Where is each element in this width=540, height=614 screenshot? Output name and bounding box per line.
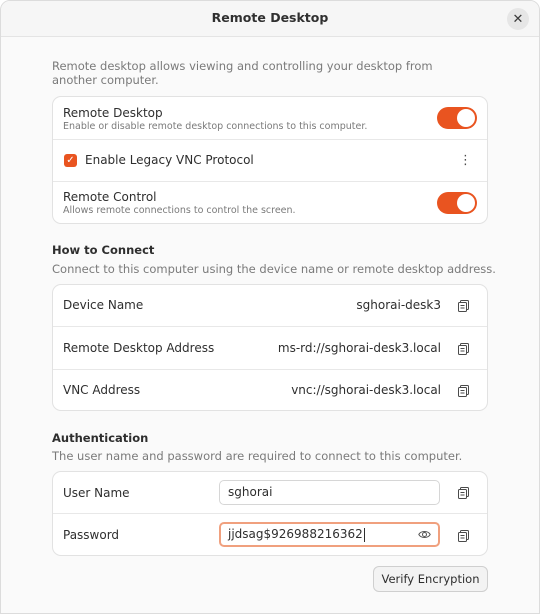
device-name-label: Device Name [63,298,144,312]
vnc-address-value: vnc://sghorai-desk3.local [291,383,441,397]
remote-control-subtitle: Allows remote connections to control the… [63,205,296,216]
legacy-vnc-row: ✓ Enable Legacy VNC Protocol ⋮ [53,140,487,182]
text-caret [363,527,365,542]
password-label: Password [63,528,120,542]
remote-desktop-address-row: Remote Desktop Address ms-rd://sghorai-d… [53,327,487,370]
username-label: User Name [63,486,130,500]
password-input[interactable]: jjdsag$926988216362 [219,522,440,547]
authentication-card: User Name sghorai Password jjdsag$926988… [52,471,488,556]
how-to-connect-heading: How to Connect [52,243,155,257]
vnc-address-row: VNC Address vnc://sghorai-desk3.local [53,370,487,410]
remote-desktop-title: Remote Desktop [63,106,163,120]
more-options-icon[interactable]: ⋮ [459,154,472,167]
authentication-heading: Authentication [52,431,149,445]
toggle-knob [457,109,475,127]
password-row: Password jjdsag$926988216362 [53,514,487,555]
close-button[interactable]: ✕ [507,8,529,30]
legacy-vnc-checkbox[interactable]: ✓ [64,154,77,167]
toggle-knob [457,194,475,212]
device-name-value: sghorai-desk3 [356,298,441,312]
copy-icon[interactable] [458,343,469,355]
copy-icon[interactable] [458,530,469,542]
username-row: User Name sghorai [53,472,487,514]
close-icon: ✕ [512,11,524,27]
vnc-address-label: VNC Address [63,383,141,397]
connection-info-card: Device Name sghorai-desk3 Remote Desktop… [52,284,488,411]
device-name-row: Device Name sghorai-desk3 [53,285,487,327]
password-value: jjdsag$926988216362 [228,527,363,541]
verify-encryption-button[interactable]: Verify Encryption [373,566,488,592]
remote-desktop-row: Remote Desktop Enable or disable remote … [53,97,487,140]
authentication-subtitle: The user name and password are required … [52,449,463,463]
intro-text: Remote desktop allows viewing and contro… [52,59,433,87]
how-to-connect-subtitle: Connect to this computer using the devic… [52,262,496,276]
remote-desktop-address-label: Remote Desktop Address [63,341,215,355]
sharing-card: Remote Desktop Enable or disable remote … [52,96,488,224]
copy-icon[interactable] [458,385,469,397]
copy-icon[interactable] [458,300,469,312]
remote-control-toggle[interactable] [437,192,477,214]
remote-desktop-subtitle: Enable or disable remote desktop connect… [63,121,368,132]
remote-desktop-dialog: Remote Desktop ✕ Remote desktop allows v… [0,0,540,614]
header-bar: Remote Desktop ✕ [1,1,539,37]
copy-icon[interactable] [458,487,469,499]
remote-desktop-address-value: ms-rd://sghorai-desk3.local [277,341,441,355]
remote-desktop-toggle[interactable] [437,107,477,129]
username-input[interactable]: sghorai [219,480,440,505]
eye-icon[interactable] [418,529,431,540]
remote-control-title: Remote Control [63,190,157,204]
remote-control-row: Remote Control Allows remote connections… [53,182,487,223]
dialog-title: Remote Desktop [211,10,329,25]
legacy-vnc-label: Enable Legacy VNC Protocol [85,153,254,167]
